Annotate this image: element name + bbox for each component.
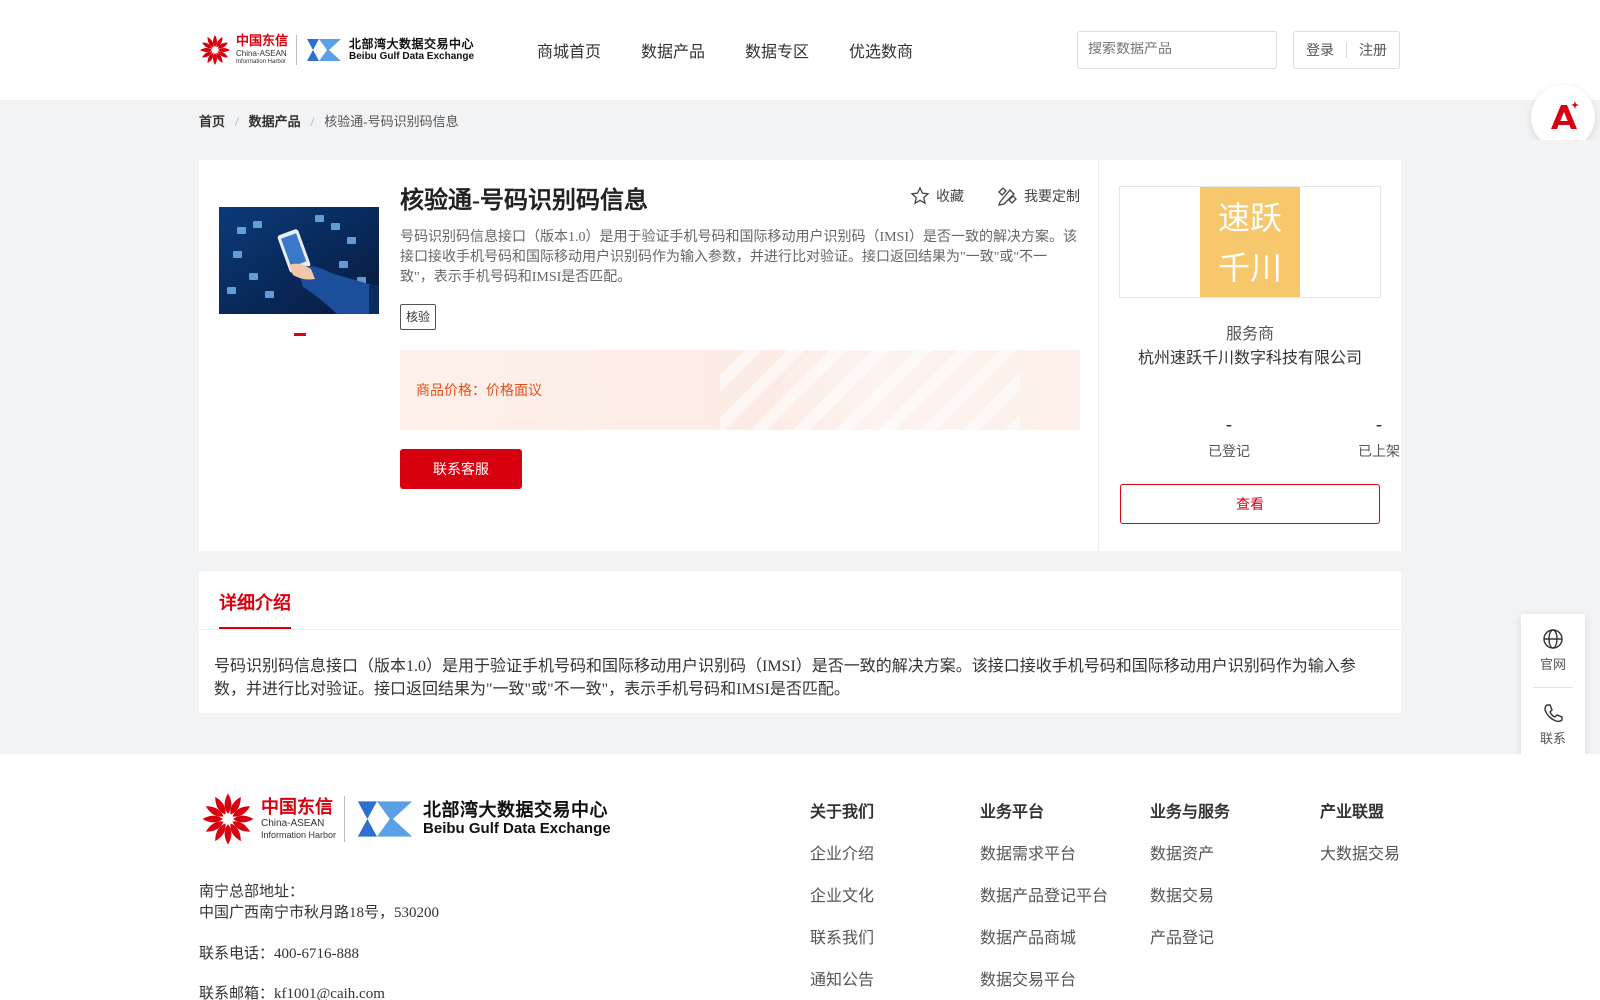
beibu-gulf-logo-icon — [307, 39, 342, 61]
seller-logo-line1: 速跃 — [1217, 199, 1282, 237]
contact-service-button[interactable]: 联系客服 — [400, 449, 522, 489]
favorite-label: 收藏 — [936, 190, 964, 205]
stat-registered-label: 已登记 — [1208, 445, 1250, 460]
breadcrumb: 首页 / 数据产品 / 核验通-号码识别码信息 — [199, 114, 459, 129]
price-text: 商品价格：价格面议 — [416, 380, 542, 400]
footer-logo: 中国东信 China-ASEAN Information Harbor 北部湾大… — [199, 790, 611, 848]
beibu-gulf-logo-icon — [357, 801, 413, 837]
side-item-contact[interactable]: 联系 — [1521, 702, 1585, 747]
product-image[interactable] — [219, 207, 379, 314]
price-label: 商品价格： — [416, 384, 486, 399]
favorite-button[interactable]: 收藏 — [910, 186, 964, 206]
nav-item-products[interactable]: 数据产品 — [641, 38, 705, 62]
site-footer: 中国东信 China-ASEAN Information Harbor 北部湾大… — [0, 754, 1600, 1000]
nav-item-merchants[interactable]: 优选数商 — [849, 38, 913, 62]
stat-listed-value: - — [1376, 414, 1382, 434]
footer-col-alliance: 产业联盟 大数据交易 — [1320, 798, 1400, 882]
product-description: 号码识别码信息接口（版本1.0）是用于验证手机号码和国际移动用户识别码（IMSI… — [400, 230, 1078, 285]
nav-item-home[interactable]: 商城首页 — [537, 38, 601, 62]
detail-text: 号码识别码信息接口（版本1.0）是用于验证手机号码和国际移动用户识别码（IMSI… — [214, 658, 1356, 698]
stat-registered-value: - — [1226, 414, 1232, 434]
footer-address-value: 中国广西南宁市秋月路18号，530200 — [199, 905, 440, 921]
footer-col-platform: 业务平台 数据需求平台 数据产品登记平台 数据产品商城 数据交易平台 — [980, 798, 1108, 1000]
product-title: 核验通-号码识别码信息 — [400, 188, 648, 214]
logo2-cn-text: 北部湾大数据交易中心 — [349, 36, 475, 51]
footer-address: 南宁总部地址： 中国广西南宁市秋月路18号，530200 — [199, 882, 439, 924]
customize-label: 我要定制 — [1024, 190, 1080, 205]
footer-logo2-cn-text: 北部湾大数据交易中心 — [423, 799, 609, 821]
product-tag: 核验 — [400, 304, 437, 330]
footer-phone: 联系电话：400-6716-888 — [199, 946, 359, 962]
tab-detail[interactable]: 详细介绍 — [219, 589, 291, 629]
footer-link[interactable]: 数据产品登记平台 — [980, 882, 1108, 906]
footer-link[interactable]: 数据产品商城 — [980, 924, 1108, 948]
footer-logo-en-text-2: Information Harbor — [261, 829, 337, 840]
assistant-a-icon — [1551, 101, 1579, 129]
search-input[interactable] — [1088, 42, 1266, 58]
footer-col-title: 业务平台 — [980, 804, 1045, 821]
register-button[interactable]: 注册 — [1359, 40, 1387, 60]
stat-listed-label: 已上架 — [1358, 445, 1400, 460]
footer-link[interactable]: 数据资产 — [1150, 840, 1230, 864]
stat-registered: - 已登记 — [1174, 414, 1284, 461]
footer-link[interactable]: 企业文化 — [810, 882, 874, 906]
phone-icon — [1544, 704, 1563, 723]
breadcrumb-bar: 首页 / 数据产品 / 核验通-号码识别码信息 — [0, 100, 1600, 140]
price-value: 价格面议 — [486, 384, 542, 399]
footer-email[interactable]: 联系邮箱：kf1001@caih.com — [199, 984, 385, 1000]
nav-item-zone[interactable]: 数据专区 — [745, 38, 809, 62]
footer-logo-en-text: China-ASEAN — [261, 817, 325, 829]
footer-logo2-en-text: Beibu Gulf Data Exchange — [423, 819, 611, 837]
breadcrumb-current: 核验通-号码识别码信息 — [324, 114, 459, 129]
logo2-en-text: Beibu Gulf Data Exchange — [349, 51, 475, 63]
auth-box: 登录 注册 — [1293, 31, 1400, 69]
seller-role: 服务商 — [1225, 326, 1274, 343]
footer-link[interactable]: 产品登记 — [1150, 924, 1230, 948]
logo-en-text: China-ASEAN — [236, 49, 287, 58]
login-button[interactable]: 登录 — [1306, 40, 1334, 60]
seller-name: 杭州速跃千川数字科技有限公司 — [1137, 350, 1362, 367]
customize-button[interactable]: 我要定制 — [996, 186, 1080, 206]
footer-col-services: 业务与服务 数据资产 数据交易 产品登记 — [1150, 798, 1230, 966]
side-contact-label: 联系 — [1539, 731, 1566, 746]
breadcrumb-category[interactable]: 数据产品 — [249, 114, 301, 129]
detail-card: 详细介绍 号码识别码信息接口（版本1.0）是用于验证手机号码和国际移动用户识别码… — [199, 571, 1401, 713]
footer-col-title: 关于我们 — [810, 804, 875, 821]
main-nav: 商城首页 数据产品 数据专区 优选数商 — [537, 38, 913, 62]
customize-icon — [998, 187, 1017, 206]
stat-listed: - 已上架 — [1324, 414, 1434, 461]
footer-col-title: 业务与服务 — [1150, 804, 1231, 821]
star-icon — [910, 186, 930, 205]
footer-link[interactable]: 数据交易 — [1150, 882, 1230, 906]
footer-col-about: 关于我们 企业介绍 企业文化 联系我们 通知公告 — [810, 798, 874, 1000]
footer-link[interactable]: 通知公告 — [810, 966, 874, 990]
seller-logo[interactable]: 速跃 千川 — [1119, 186, 1381, 298]
china-asean-logo-icon — [202, 793, 254, 845]
breadcrumb-home[interactable]: 首页 — [199, 114, 225, 129]
footer-link[interactable]: 数据需求平台 — [980, 840, 1108, 864]
product-card: 核验通-号码识别码信息 收藏 我要定制 号码识别码信息接口（版本1.0）是用于验… — [199, 160, 1401, 551]
footer-col-title: 产业联盟 — [1320, 804, 1385, 821]
footer-link[interactable]: 数据交易平台 — [980, 966, 1108, 990]
seller-logo-line2: 千川 — [1217, 249, 1282, 287]
carousel-indicator[interactable] — [294, 333, 306, 336]
search-box — [1077, 31, 1277, 69]
side-item-website[interactable]: 官网 — [1521, 628, 1585, 673]
footer-address-label: 南宁总部地址： — [199, 884, 305, 900]
footer-link[interactable]: 联系我们 — [810, 924, 874, 948]
side-float-bar: 官网 联系 — [1521, 614, 1585, 760]
footer-link[interactable]: 企业介绍 — [810, 840, 874, 864]
price-box: 商品价格：价格面议 — [400, 350, 1080, 430]
footer-link[interactable]: 大数据交易 — [1320, 840, 1400, 864]
logo-en-text-2: Information Harbor — [236, 59, 287, 65]
view-seller-button[interactable]: 查看 — [1120, 484, 1380, 524]
china-asean-logo-icon — [200, 35, 230, 65]
logo-cn-text: 中国东信 — [236, 34, 289, 49]
site-header: 中国东信 China-ASEAN Information Harbor 北部湾大… — [0, 0, 1600, 100]
globe-icon — [1543, 629, 1563, 649]
side-website-label: 官网 — [1539, 657, 1566, 672]
site-logo[interactable]: 中国东信 China-ASEAN Information Harbor 北部湾大… — [198, 28, 474, 72]
footer-logo-cn-text: 中国东信 — [261, 796, 333, 818]
